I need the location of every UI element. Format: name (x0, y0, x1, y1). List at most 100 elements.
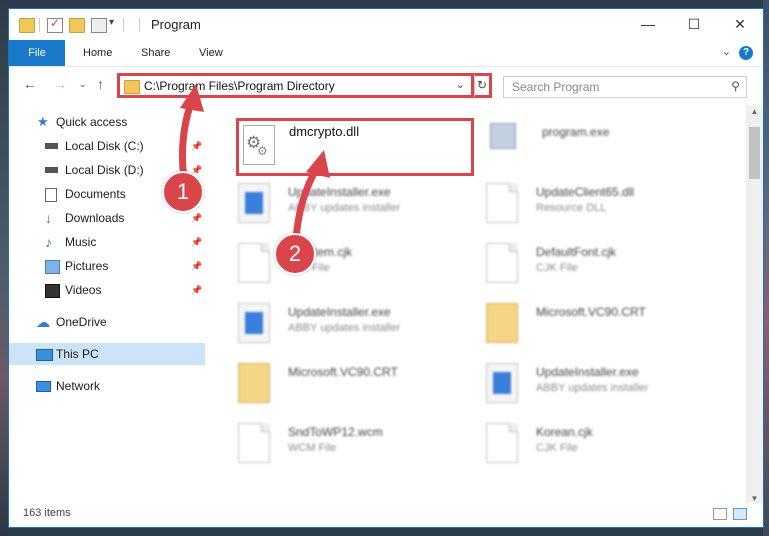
close-button[interactable]: ✕ (717, 9, 763, 39)
sidebar-item-label: Local Disk (C:) (65, 139, 144, 153)
file-type: ABBY updates installer (288, 322, 401, 334)
network-icon (36, 381, 51, 392)
dll-icon (486, 183, 518, 223)
file-name: Microsoft.VC90.CRT (288, 365, 398, 379)
file-item[interactable]: Microsoft.VC90.CRT (238, 361, 478, 417)
help-icon[interactable]: ? (739, 46, 753, 60)
address-bar[interactable]: C:\Program Files\Program Directory ⌄ (117, 73, 474, 98)
navigation-pane: ★ Quick access Local Disk (C:) 📌 Local D… (9, 105, 205, 505)
file-type: CJK File (536, 442, 578, 454)
documents-icon (45, 188, 57, 202)
large-icons-view-icon[interactable] (733, 508, 747, 520)
scrollbar-thumb[interactable] (749, 127, 760, 179)
file-name: dmcrypto.dll (289, 124, 360, 139)
pin-icon: 📌 (191, 237, 203, 247)
file-item[interactable]: UpdateInstaller.exe ABBY updates install… (238, 181, 478, 237)
installer-icon (238, 303, 270, 343)
sidebar-item-label: Network (56, 379, 101, 393)
file-item[interactable]: UpdateInstaller.exe ABBY updates install… (238, 301, 478, 357)
file-item[interactable]: DefaultFont.cjk CJK File (486, 241, 726, 297)
folder-icon (238, 363, 270, 403)
pin-icon: 📌 (191, 141, 203, 151)
pc-icon (36, 349, 53, 361)
desktop-background-left (0, 0, 8, 536)
view-options-icon[interactable] (91, 18, 107, 33)
new-folder-icon[interactable] (69, 18, 85, 33)
dll-gear-icon (243, 125, 275, 165)
vertical-scrollbar[interactable]: ▲ ▼ (746, 105, 763, 505)
sidebar-item-label: Pictures (65, 259, 109, 273)
sidebar-item-label: OneDrive (56, 315, 107, 329)
file-name: UpdateInstaller.exe (536, 365, 639, 379)
file-name: SndToWP12.wcm (288, 425, 383, 439)
drive-icon (45, 167, 58, 173)
file-type: ABBY updates installer (536, 382, 649, 394)
sidebar-item-label: Downloads (65, 211, 125, 225)
installer-icon (238, 183, 270, 223)
maximize-button[interactable]: ☐ (671, 9, 717, 39)
sidebar-item-label: Videos (65, 283, 102, 297)
file-type: Resource DLL (536, 202, 607, 214)
tab-home[interactable]: Home (69, 40, 126, 66)
sidebar-item-onedrive[interactable]: ☁ OneDrive (9, 311, 205, 333)
refresh-button[interactable]: ↻ (474, 73, 492, 98)
folder-icon[interactable] (19, 18, 35, 33)
sidebar-item-quick-access[interactable]: ★ Quick access (9, 111, 205, 133)
scroll-down-arrow-icon[interactable]: ▼ (746, 494, 763, 503)
file-name: UpdateClient65.dll (536, 185, 635, 199)
step-1-badge: 1 (162, 171, 204, 213)
document-icon (486, 243, 518, 283)
minimize-button[interactable]: — (625, 9, 671, 39)
properties-icon[interactable]: ✓ (47, 16, 63, 33)
file-name: program.exe (542, 125, 610, 139)
file-item[interactable]: program.exe (486, 121, 726, 177)
forward-arrow-icon[interactable]: → (53, 76, 67, 92)
folder-icon (124, 80, 140, 94)
file-name: DefaultFont.cjk (536, 245, 617, 259)
sidebar-item-pictures[interactable]: Pictures 📌 (9, 255, 205, 277)
file-item[interactable]: SndToWP12.wcm WCM File (238, 421, 478, 477)
sidebar-item-music[interactable]: ♪ Music 📌 (9, 231, 205, 253)
item-count: 163 items (23, 507, 71, 519)
file-type: WCM File (288, 442, 337, 454)
sidebar-item-label: Local Disk (D:) (65, 163, 144, 177)
expand-ribbon-icon[interactable]: ⌄ (722, 45, 731, 58)
document-icon (238, 423, 270, 463)
exe-icon (490, 123, 516, 149)
sidebar-item-local-disk-c[interactable]: Local Disk (C:) 📌 (9, 135, 205, 157)
window-title: Program (151, 17, 201, 32)
sidebar-item-network[interactable]: Network (9, 375, 205, 397)
back-arrow-icon[interactable]: ← (23, 76, 37, 92)
tab-file[interactable]: File (9, 40, 65, 66)
chevron-down-icon[interactable]: ▾ (109, 17, 114, 28)
address-path: C:\Program Files\Program Directory (144, 79, 335, 93)
title-bar: ✓ ▾ Program — ☐ ✕ (9, 9, 763, 40)
sidebar-item-videos[interactable]: Videos 📌 (9, 279, 205, 301)
file-item-dmcrypto-dll[interactable]: dmcrypto.dll (236, 118, 474, 176)
sidebar-item-label: Documents (65, 187, 126, 201)
scroll-up-arrow-icon[interactable]: ▲ (746, 107, 763, 116)
file-item[interactable]: UpdateInstaller.exe ABBY updates install… (486, 361, 726, 417)
tab-share[interactable]: Share (127, 40, 184, 66)
status-bar: 163 items (9, 503, 763, 527)
search-icon: ⚲ (731, 79, 740, 93)
chevron-down-icon[interactable]: ⌄ (456, 78, 465, 91)
search-input[interactable]: Search Program ⚲ (503, 76, 747, 98)
tab-view[interactable]: View (185, 40, 237, 66)
recent-locations-chevron-icon[interactable]: ⌄ (79, 79, 87, 90)
navigation-bar: ← → ⌄ ↑ C:\Program Files\Program Directo… (9, 67, 763, 103)
file-list: dmcrypto.dll program.exe UpdateInstaller… (206, 105, 742, 505)
divider (139, 18, 140, 32)
document-icon (238, 243, 270, 283)
file-name: UpdateInstaller.exe (288, 305, 391, 319)
details-view-icon[interactable] (713, 508, 727, 520)
sidebar-item-label: Music (65, 235, 97, 249)
file-name: Korean.cjk (536, 425, 593, 439)
up-arrow-icon[interactable]: ↑ (97, 76, 104, 92)
file-item[interactable]: Microsoft.VC90.CRT (486, 301, 726, 357)
file-item[interactable]: UpdateClient65.dll Resource DLL (486, 181, 726, 237)
onedrive-icon: ☁ (36, 314, 50, 330)
file-item[interactable]: Korean.cjk CJK File (486, 421, 726, 477)
drive-icon (45, 143, 58, 149)
sidebar-item-this-pc[interactable]: This PC (9, 343, 205, 365)
